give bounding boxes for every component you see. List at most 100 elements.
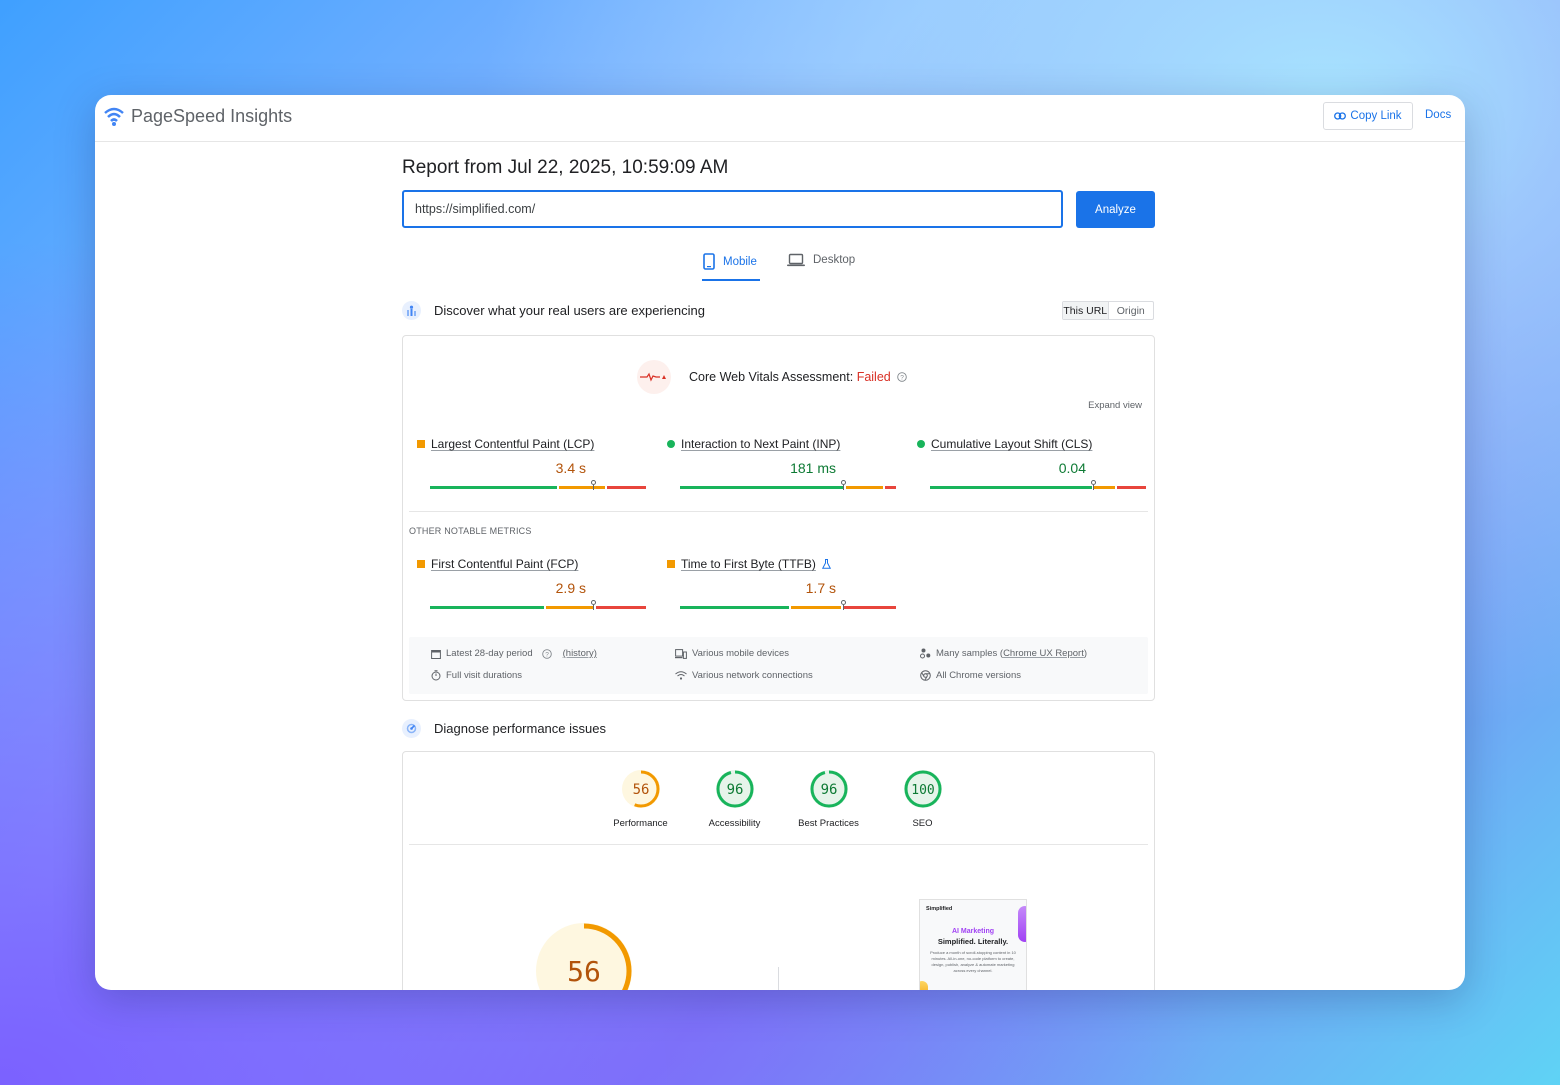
link-icon (1334, 112, 1347, 120)
metric-lcp: Largest Contentful Paint (LCP) 3.4 s (417, 437, 646, 490)
toggle-origin[interactable]: Origin (1109, 302, 1154, 319)
toggle-this-url[interactable]: This URL (1063, 302, 1109, 319)
score-accessibility[interactable]: 96 Accessibility (702, 769, 767, 829)
cwv-assessment: Core Web Vitals Assessment: Failed ? (637, 360, 907, 394)
page-screenshot-thumbnail: Simplified AI Marketing Simplified. Lite… (919, 899, 1027, 990)
brand[interactable]: PageSpeed Insights (103, 105, 292, 127)
cwv-assessment-label: Core Web Vitals Assessment: (689, 370, 854, 384)
metric-value: 0.04 (1058, 460, 1086, 476)
metric-label[interactable]: Interaction to Next Paint (INP) (681, 437, 840, 451)
metric-label[interactable]: Cumulative Layout Shift (CLS) (931, 437, 1092, 451)
big-score-value: 56 (567, 955, 601, 988)
score-value: 96 (820, 782, 837, 798)
score-seo[interactable]: 100 SEO (890, 769, 955, 829)
average-square-icon (417, 440, 425, 448)
metric-cls: Cumulative Layout Shift (CLS) 0.04 (917, 437, 1146, 490)
thumbnail-body: Produce a month of scroll-stopping conte… (930, 950, 1016, 973)
experimental-flask-icon (821, 559, 831, 569)
poor-segment (884, 486, 896, 489)
url-origin-toggle: This URL Origin (1062, 301, 1154, 320)
score-label: Performance (613, 818, 668, 829)
good-segment (680, 606, 790, 609)
tab-mobile-label: Mobile (723, 255, 757, 268)
svg-text:?: ? (545, 651, 549, 658)
info-network: Various network connections (675, 670, 813, 681)
big-performance-gauge: 56 (536, 923, 632, 990)
tab-desktop-label: Desktop (813, 254, 856, 266)
browser-window: PageSpeed Insights Copy Link Docs Report… (95, 95, 1465, 990)
tab-mobile[interactable]: Mobile (703, 253, 757, 270)
pulse-failed-icon (637, 360, 671, 394)
wifi-icon (675, 671, 687, 680)
category-scores: 56 Performance 96 Accessibility 96 Best … (608, 769, 955, 829)
calendar-icon (431, 649, 441, 659)
field-data-heading-text: Discover what your real users are experi… (434, 303, 705, 318)
field-data-card: Core Web Vitals Assessment: Failed ? Exp… (402, 335, 1155, 701)
help-icon[interactable]: ? (541, 648, 552, 659)
distribution-bar (680, 600, 898, 610)
info-devices: Various mobile devices (675, 648, 789, 659)
metric-label[interactable]: First Contentful Paint (FCP) (431, 557, 578, 571)
distribution-bar (430, 600, 648, 610)
samples-icon (920, 648, 931, 659)
needs-improvement-segment (1093, 486, 1116, 489)
score-value: 100 (911, 783, 934, 798)
p75-marker (1091, 480, 1096, 490)
score-best-practices[interactable]: 96 Best Practices (796, 769, 861, 829)
diagnose-heading: Diagnose performance issues (402, 719, 606, 738)
svg-text:?: ? (900, 375, 904, 382)
users-chart-icon (402, 301, 421, 320)
docs-link[interactable]: Docs (1425, 109, 1451, 121)
app-title: PageSpeed Insights (131, 105, 293, 126)
pagespeed-logo-icon (104, 107, 124, 126)
good-segment (430, 606, 544, 609)
top-bar: PageSpeed Insights Copy Link Docs (95, 95, 1465, 142)
score-label: SEO (912, 818, 933, 829)
metric-ttfb: Time to First Byte (TTFB) 1.7 s (667, 557, 896, 610)
p75-marker (591, 600, 596, 610)
needs-improvement-segment (545, 606, 594, 609)
poor-segment (606, 486, 646, 489)
score-value: 96 (726, 782, 743, 798)
diagnose-heading-text: Diagnose performance issues (434, 721, 606, 736)
analyze-button[interactable]: Analyze (1076, 191, 1155, 228)
tab-desktop[interactable]: Desktop (787, 253, 855, 267)
distribution-bar (430, 480, 648, 490)
info-chrome: All Chrome versions (920, 670, 1021, 681)
metric-inp: Interaction to Next Paint (INP) 181 ms (667, 437, 896, 490)
metric-fcp: First Contentful Paint (FCP) 2.9 s (417, 557, 646, 610)
needs-improvement-segment (845, 486, 883, 489)
metric-label[interactable]: Largest Contentful Paint (LCP) (431, 437, 594, 451)
divider (409, 844, 1148, 845)
distribution-bar (680, 480, 898, 490)
active-tab-indicator (702, 279, 760, 281)
score-performance[interactable]: 56 Performance (608, 769, 673, 829)
mobile-phone-icon (703, 253, 715, 270)
history-link[interactable]: (history) (563, 648, 597, 659)
score-label: Accessibility (708, 818, 761, 829)
devices-icon (675, 648, 687, 659)
average-square-icon (667, 560, 675, 568)
decorative-shape (920, 981, 928, 990)
report-title: Report from Jul 22, 2025, 10:59:09 AM (402, 157, 729, 178)
needs-improvement-segment (791, 606, 842, 609)
copy-link-button[interactable]: Copy Link (1323, 102, 1413, 130)
average-square-icon (417, 560, 425, 568)
help-icon[interactable]: ? (897, 372, 907, 382)
laptop-icon (787, 253, 805, 267)
info-samples: Many samples (Chrome UX Report) (920, 648, 1087, 659)
good-segment (680, 486, 844, 489)
good-circle-icon (667, 440, 675, 448)
thumbnail-headline: AI Marketing (951, 928, 994, 935)
chrome-icon (920, 670, 931, 681)
field-data-heading: Discover what your real users are experi… (402, 301, 705, 320)
metric-value: 1.7 s (805, 580, 836, 596)
metric-label[interactable]: Time to First Byte (TTFB) (681, 557, 816, 571)
chrome-ux-report-link[interactable]: Chrome UX Report (1003, 648, 1084, 659)
url-input[interactable] (402, 190, 1063, 228)
needs-improvement-segment (558, 486, 605, 489)
divider (778, 967, 779, 990)
good-segment (430, 486, 557, 489)
info-period: Latest 28-day period ? (history) (431, 648, 597, 659)
expand-view-link[interactable]: Expand view (1088, 400, 1142, 411)
